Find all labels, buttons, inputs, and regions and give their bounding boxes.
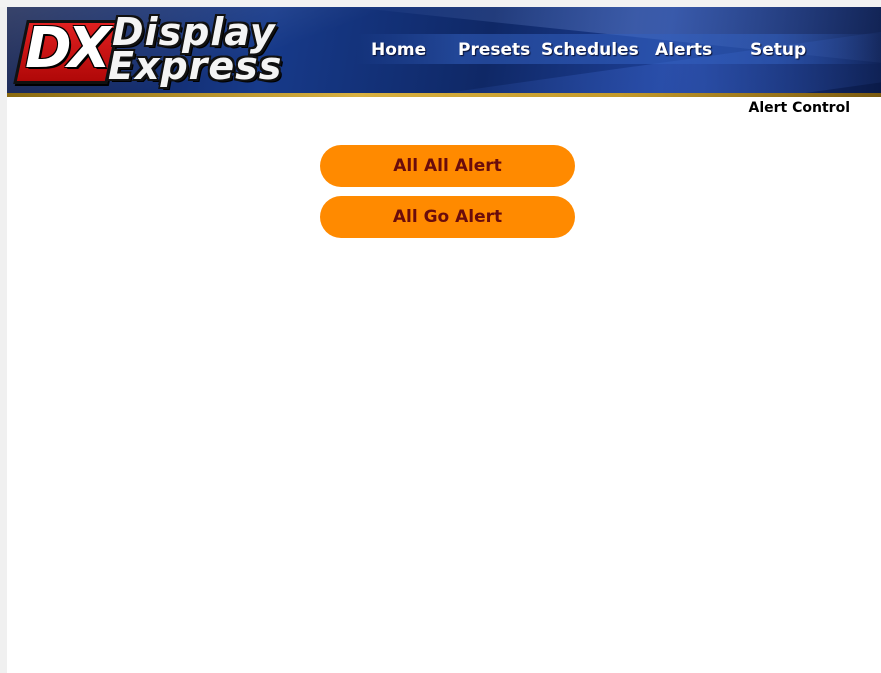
logo-word-express: Express bbox=[108, 44, 283, 88]
nav-home[interactable]: Home bbox=[371, 38, 426, 62]
banner-divider bbox=[7, 93, 881, 97]
all-all-alert-button[interactable]: All All Alert bbox=[320, 145, 575, 187]
all-go-alert-button[interactable]: All Go Alert bbox=[320, 196, 575, 238]
page-title: Alert Control bbox=[748, 100, 850, 116]
dx-logo: DX bbox=[13, 16, 121, 84]
nav-setup[interactable]: Setup bbox=[750, 38, 806, 62]
nav-alerts[interactable]: Alerts bbox=[655, 38, 712, 62]
dx-logo-letters: DX bbox=[25, 16, 111, 81]
nav-schedules[interactable]: Schedules bbox=[541, 38, 639, 62]
nav-presets[interactable]: Presets bbox=[458, 38, 530, 62]
window-top-border bbox=[0, 0, 881, 7]
window-left-border bbox=[0, 7, 7, 673]
